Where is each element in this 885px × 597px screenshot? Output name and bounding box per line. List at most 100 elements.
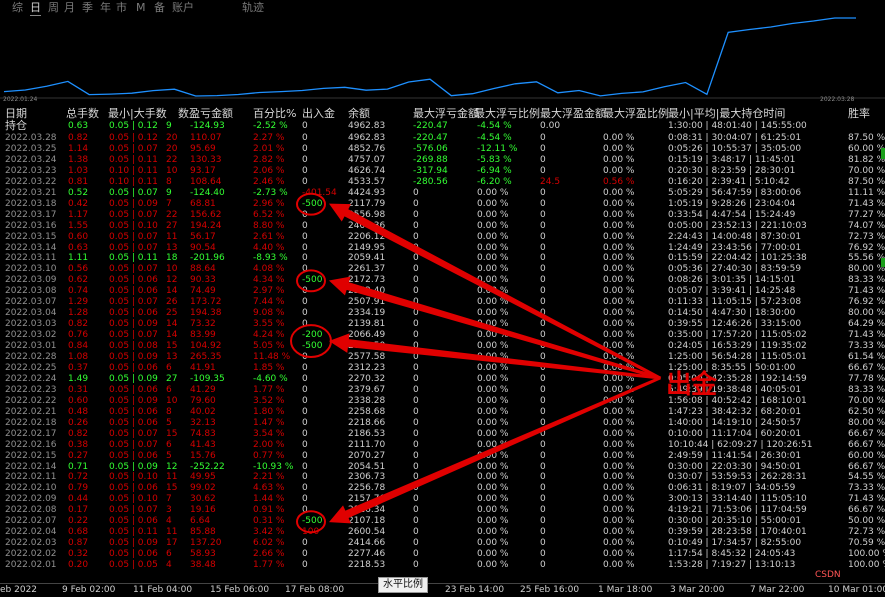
cell-date: 2022.02.07: [5, 516, 57, 527]
cell-percent: 1.85 %: [253, 362, 285, 373]
cell-max-float-loss: 0: [413, 198, 419, 209]
cell-in-out: 0: [302, 352, 308, 362]
cell-max-float-loss: 0: [413, 242, 419, 253]
cell-percent: 4.63 %: [253, 483, 285, 494]
cell-balance: 2054.51: [348, 461, 386, 472]
cell-pnl: 137.20: [190, 538, 222, 549]
cell-hold-time: 0:06:31 | 8:19:07 | 34:05:59: [668, 483, 796, 494]
cell-count: 10: [166, 264, 178, 275]
cell-in-out: 0: [302, 308, 308, 319]
cell-in-out: 0: [302, 133, 308, 143]
cell-pnl: 56.17: [190, 231, 216, 242]
cell-win-rate: 71.43 %: [848, 198, 885, 209]
cell-date: 2022.02.24: [5, 373, 57, 384]
cell-max-float-profit: 0: [540, 483, 546, 494]
cell-min-max: 0.05 | 0.06: [109, 384, 158, 395]
cell-pnl: 104.92: [190, 341, 222, 352]
header-in-out: 出入金: [302, 107, 335, 120]
tab-1[interactable]: 日: [30, 1, 41, 16]
cell-count: 11: [166, 231, 178, 242]
cell-in-out: 0: [302, 253, 308, 264]
tab-5[interactable]: 年: [100, 1, 111, 15]
tab-0[interactable]: 综: [12, 1, 23, 15]
header-pnl: 数盈亏金额: [178, 107, 233, 120]
tab-2[interactable]: 周: [48, 1, 59, 15]
table-row: 2022.02.02 0.32 0.05 | 0.06 6 58.93 2.66 % 0 22…: [0, 549, 885, 560]
table-row: 2022.03.18 0.42 0.05 | 0.09 7 68.81 2.96 % -50…: [0, 199, 885, 210]
cell-count: 6: [166, 439, 172, 450]
cell-pnl: 68.81: [190, 198, 216, 209]
tab-6[interactable]: 市: [116, 1, 127, 15]
tab-7[interactable]: M: [136, 1, 146, 15]
tab-10[interactable]: 轨迹: [242, 1, 264, 15]
cell-count: 6: [166, 549, 172, 560]
header-total-lots: 总手数: [66, 107, 99, 120]
cell-date: 2022.02.02: [5, 549, 57, 560]
cell-max-float-profit: 0: [540, 428, 546, 439]
cell-balance: 2277.46: [348, 549, 386, 560]
cell-win-rate: 100.00 %: [848, 549, 885, 560]
cell-balance: 2338.28: [348, 395, 386, 406]
cell-max-float-loss-pct: 0.00 %: [477, 209, 509, 220]
cell-pnl: 90.54: [190, 242, 216, 253]
cell-hold-time: 4:19:21 | 71:53:06 | 117:04:59: [668, 505, 807, 516]
cell-max-float-loss-pct: 0.00 %: [477, 308, 509, 319]
cell-max-float-loss: 0: [413, 187, 419, 198]
cell-in-out: 0: [302, 450, 308, 461]
cell-balance: 2186.53: [348, 428, 386, 439]
cell-win-rate: 60.00 %: [848, 450, 885, 461]
cell-in-out: -500: [302, 275, 323, 286]
cell-date: 2022.02.22: [5, 395, 57, 406]
cell-balance: 2556.98: [348, 209, 386, 220]
cell-max-float-profit: 0: [540, 472, 546, 483]
cell-count: 22: [166, 154, 178, 165]
cell-balance: 4626.74: [348, 165, 386, 176]
cell-pnl: -252.22: [190, 461, 225, 472]
cell-percent: 3.42 %: [253, 527, 285, 538]
cell-pnl: 49.95: [190, 472, 216, 483]
cell-percent: 0.31 %: [253, 516, 285, 527]
cell-total-lots: 0.82: [68, 319, 89, 330]
table-row: 2022.02.11 0.72 0.05 | 0.10 11 49.95 2.21 % 0 2…: [0, 472, 885, 483]
table-row: 2022.03.21 0.52 0.05 | 0.07 9 -124.40 -2.73 %…: [0, 188, 885, 199]
table-row: 2022.02.15 0.27 0.05 | 0.06 5 15.76 0.77 % 0 20…: [0, 451, 885, 462]
cell-max-float-profit-pct: 0.00 %: [603, 549, 635, 560]
cell-max-float-profit-pct: 0.00 %: [603, 352, 635, 362]
cell-max-float-loss: 0: [413, 527, 419, 538]
cell-balance: 2107.18: [348, 516, 386, 527]
cell-max-float-loss-pct: 0.00 %: [477, 439, 509, 450]
cell-total-lots: 0.52: [68, 187, 89, 198]
cell-total-lots: 1.49: [68, 373, 89, 384]
tab-3[interactable]: 月: [64, 1, 75, 15]
cell-total-lots: 1.03: [68, 165, 89, 176]
tab-8[interactable]: 备: [154, 1, 165, 15]
cell-hold-time: 0:15:19 | 3:48:17 | 11:45:01: [668, 154, 796, 165]
cell-min-max: 0.05 | 0.07: [109, 231, 158, 242]
cell-max-float-loss: 0: [413, 384, 419, 395]
cell-max-float-loss-pct: 0.00 %: [477, 527, 509, 538]
cell-max-float-loss: 0: [413, 406, 419, 417]
cell-max-float-profit-pct: 0.00 %: [603, 395, 635, 406]
cell-total-lots: 1.55: [68, 220, 89, 231]
tab-4[interactable]: 季: [82, 1, 93, 15]
cell-date: 2022.03.25: [5, 143, 57, 154]
table-row: 2022.02.10 0.79 0.05 | 0.06 15 99.02 4.63 % 0 2…: [0, 483, 885, 494]
hold-count: 9: [166, 121, 172, 131]
cell-percent: 6.02 %: [253, 538, 285, 549]
cell-balance: 2582.40: [348, 286, 386, 297]
cell-max-float-profit: 0: [540, 275, 546, 286]
table-row: 2022.03.10 0.56 0.05 | 0.07 10 88.64 4.08 % 0 2…: [0, 264, 885, 275]
cell-max-float-loss-pct: 0.00 %: [477, 253, 509, 264]
cell-max-float-loss-pct: 0.00 %: [477, 505, 509, 516]
cell-hold-time: 0:16:20 | 2:39:41 | 5:10:42: [668, 176, 790, 187]
cell-pnl: 32.13: [190, 417, 216, 428]
hold-max-float-loss-pct: -4.54 %: [477, 121, 512, 131]
tab-9[interactable]: 账户: [172, 1, 194, 15]
cell-pnl: 38.48: [190, 560, 216, 571]
cell-hold-time: 0:08:31 | 30:04:07 | 61:25:01: [668, 133, 802, 143]
cell-balance: 2172.73: [348, 275, 386, 286]
cell-percent: 4.34 %: [253, 275, 285, 286]
table-row: 2022.02.25 0.37 0.05 | 0.06 6 41.91 1.85 % 0 23…: [0, 363, 885, 374]
cell-max-float-loss: 0: [413, 319, 419, 330]
cell-in-out: 0: [302, 297, 308, 308]
